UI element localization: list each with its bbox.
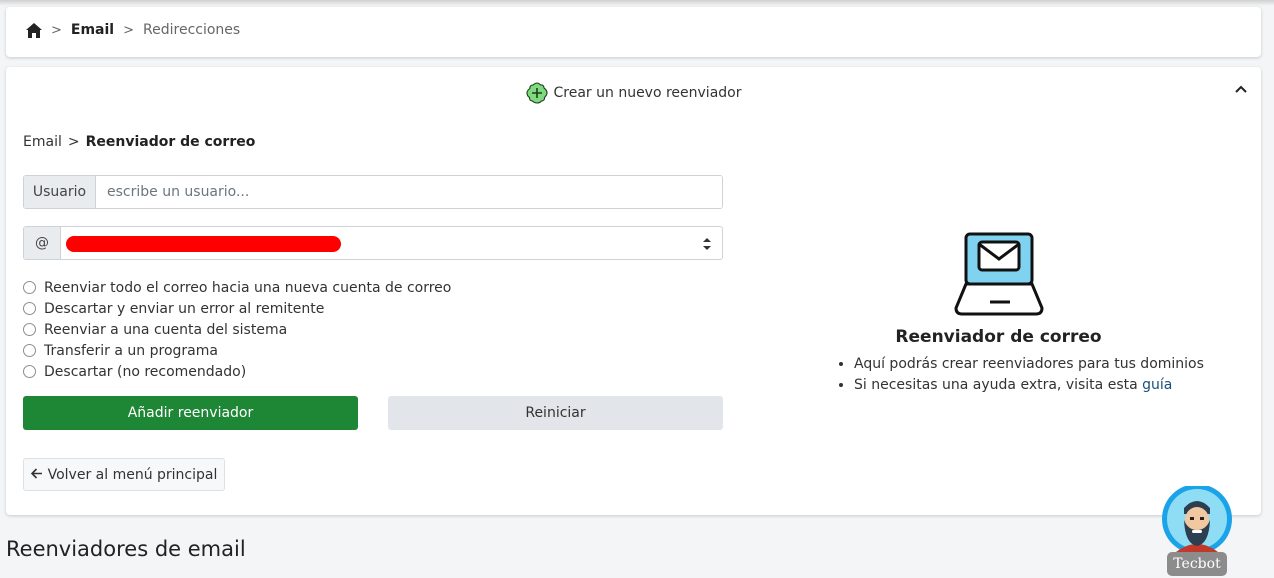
reset-button[interactable]: Reiniciar <box>388 396 723 430</box>
select-arrows-icon <box>703 238 711 250</box>
back-button-label: Volver al menú principal <box>47 466 218 483</box>
breadcrumb: > Email > Redirecciones <box>26 22 240 38</box>
plus-circle-icon <box>525 82 548 104</box>
back-to-menu-button[interactable]: Volver al menú principal <box>23 458 225 491</box>
arrow-left-icon <box>30 467 43 483</box>
option-label: Descartar (no recomendado) <box>44 363 247 380</box>
option-discard[interactable]: Descartar (no recomendado) <box>23 361 451 382</box>
breadcrumb-email[interactable]: Email <box>71 22 114 38</box>
sub-breadcrumb-email[interactable]: Email <box>23 134 62 150</box>
info-bullet-text: Aquí podrás crear reenviadores para tus … <box>854 356 1204 372</box>
option-label: Reenviar todo el correo hacia una nueva … <box>44 279 452 296</box>
breadcrumb-separator: > <box>123 22 135 38</box>
option-system-account[interactable]: Reenviar a una cuenta del sistema <box>23 319 451 340</box>
at-addon: @ <box>24 227 61 259</box>
sub-breadcrumb-separator: > <box>67 134 80 150</box>
radio-button[interactable] <box>23 344 36 357</box>
option-forward-new-account[interactable]: Reenviar todo el correo hacia una nueva … <box>23 277 451 298</box>
user-input-group: Usuario <box>23 175 723 209</box>
tecbot-chat-button[interactable]: Tecbot <box>1162 484 1234 576</box>
domain-input-group: @ <box>23 226 723 260</box>
user-input[interactable] <box>96 176 722 208</box>
chevron-up-icon <box>1235 85 1247 93</box>
radio-button[interactable] <box>23 323 36 336</box>
breadcrumb-separator: > <box>51 22 62 38</box>
info-title: Reenviador de correo <box>895 327 1102 347</box>
redacted-domain <box>66 236 341 252</box>
forward-options: Reenviar todo el correo hacia una nueva … <box>23 277 451 382</box>
option-pipe-program[interactable]: Transferir a un programa <box>23 340 451 361</box>
radio-button[interactable] <box>23 281 36 294</box>
bot-avatar-icon <box>1162 484 1232 558</box>
info-bullet: Si necesitas una ayuda extra, visita est… <box>854 377 1204 398</box>
domain-select[interactable] <box>61 227 722 259</box>
create-forwarder-panel: Crear un nuevo reenviador Email > Reenviad… <box>6 67 1261 515</box>
add-forwarder-button[interactable]: Añadir reenviador <box>23 396 358 430</box>
info-list: Aquí podrás crear reenviadores para tus … <box>836 356 1204 398</box>
option-label: Descartar y enviar un error al remitente <box>44 300 325 317</box>
user-addon: Usuario <box>24 176 96 208</box>
breadcrumb-card: > Email > Redirecciones <box>6 7 1261 57</box>
info-bullet: Aquí podrás crear reenviadores para tus … <box>854 356 1204 377</box>
sub-breadcrumb: Email > Reenviador de correo <box>23 134 255 150</box>
guide-link[interactable]: guía <box>1142 377 1172 393</box>
top-shadow <box>0 0 1274 6</box>
panel-header[interactable]: Crear un nuevo reenviador <box>6 79 1261 107</box>
radio-button[interactable] <box>23 365 36 378</box>
info-bullet-text: Si necesitas una ayuda extra, visita est… <box>854 377 1143 393</box>
radio-button[interactable] <box>23 302 36 315</box>
breadcrumb-current: Redirecciones <box>143 22 241 38</box>
option-label: Reenviar a una cuenta del sistema <box>44 321 288 338</box>
home-icon[interactable] <box>26 22 42 38</box>
panel-header-label: Crear un nuevo reenviador <box>553 85 742 101</box>
section-title: Reenviadores de email <box>6 537 246 561</box>
option-discard-error[interactable]: Descartar y enviar un error al remitente <box>23 298 451 319</box>
collapse-button[interactable] <box>1231 79 1251 99</box>
sub-breadcrumb-current: Reenviador de correo <box>85 134 256 150</box>
option-label: Transferir a un programa <box>44 342 218 359</box>
laptop-mail-icon <box>954 232 1044 316</box>
bot-label: Tecbot <box>1167 552 1227 576</box>
